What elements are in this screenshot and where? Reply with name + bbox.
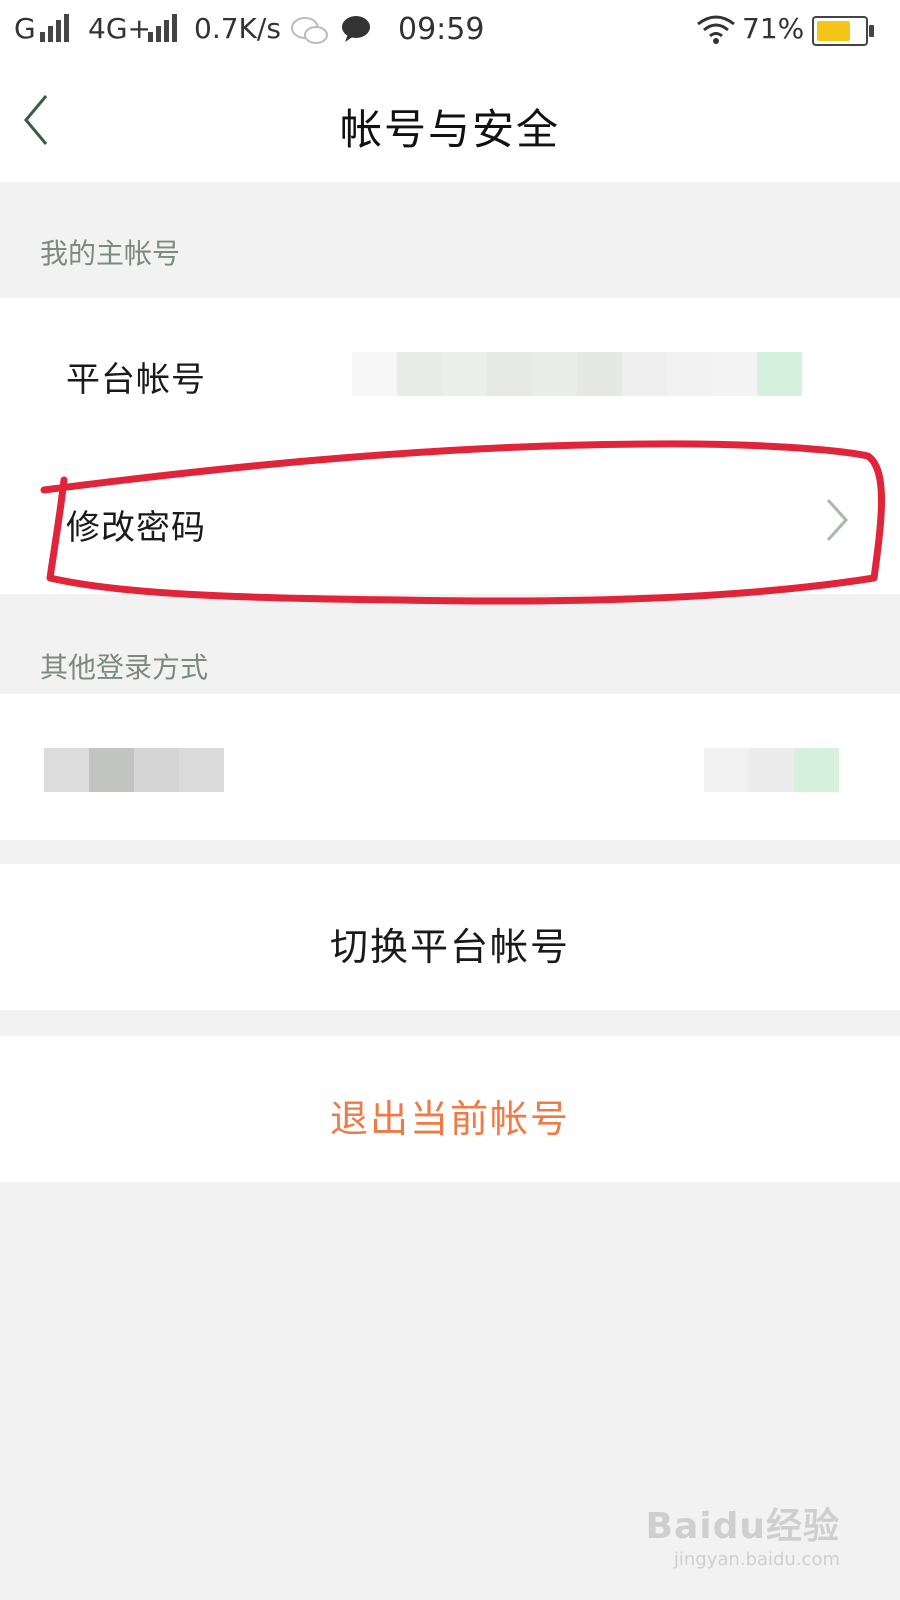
network-speed: 0.7K/s: [194, 12, 281, 45]
switch-account-button[interactable]: 切换平台帐号: [0, 864, 900, 1010]
redacted-login-status: [704, 748, 839, 792]
network-type: 4G+: [88, 12, 151, 45]
page-title: 帐号与安全: [339, 105, 560, 154]
watermark-url: jingyan.baidu.com: [673, 1549, 840, 1570]
change-password-row[interactable]: 修改密码: [0, 446, 900, 594]
platform-account-row[interactable]: 平台帐号: [0, 298, 900, 446]
signal-icon-2: [148, 14, 178, 42]
signal-icon: [40, 14, 70, 42]
switch-account-label: 切换平台帐号: [329, 925, 570, 969]
watermark: Baidu经验 jingyan.baidu.com: [646, 1497, 840, 1570]
wifi-icon: [697, 15, 735, 44]
battery-percent: 71%: [742, 12, 805, 45]
redacted-account-value: [352, 352, 802, 396]
chevron-right-icon: [826, 498, 849, 542]
clock: 09:59: [398, 12, 485, 47]
carrier-label: G: [14, 12, 36, 45]
status-bar: G 4G+ 0.7K/s 09:59 71%: [0, 0, 900, 60]
watermark-logo: Baidu经验: [645, 1506, 840, 1547]
logout-button[interactable]: 退出当前帐号: [0, 1036, 900, 1182]
battery-fill: [817, 21, 850, 41]
other-login-row[interactable]: [0, 694, 900, 840]
section-label-other-login: 其他登录方式: [40, 651, 209, 684]
other-login-card: [0, 694, 900, 840]
logout-label: 退出当前帐号: [329, 1097, 570, 1141]
wechat-icon: [291, 17, 328, 44]
redacted-login-method: [44, 748, 224, 792]
nav-header: 帐号与安全: [0, 60, 900, 182]
section-label-main-account: 我的主帐号: [40, 237, 181, 270]
main-account-card: 平台帐号 修改密码: [0, 298, 900, 594]
battery-icon: [812, 16, 874, 46]
platform-account-label: 平台帐号: [66, 360, 206, 400]
change-password-label: 修改密码: [66, 508, 206, 548]
message-bubble-icon: [342, 16, 370, 42]
